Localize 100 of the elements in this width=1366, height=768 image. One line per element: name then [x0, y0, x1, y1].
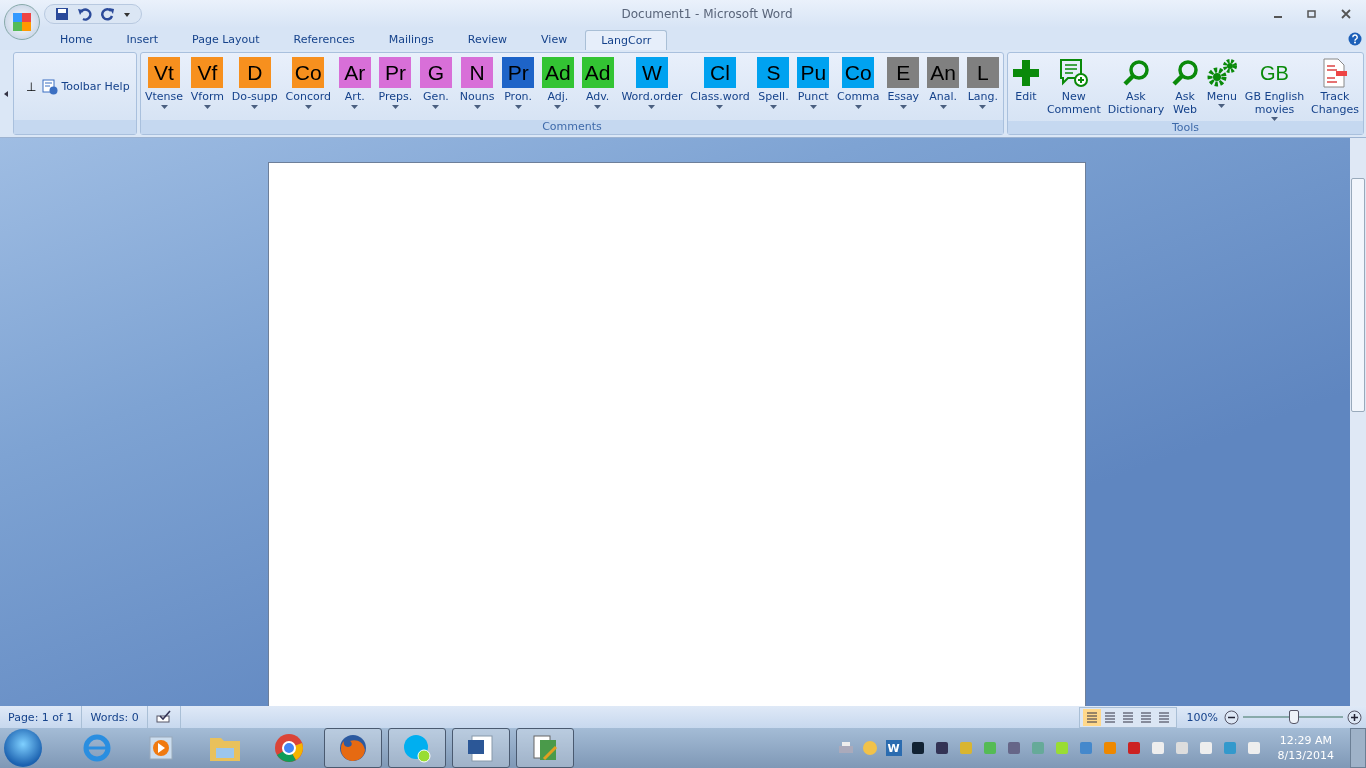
caret-icon [251, 105, 259, 109]
view-button[interactable] [1082, 708, 1101, 726]
caret-icon [203, 105, 211, 109]
zoom-slider-thumb[interactable] [1289, 710, 1299, 724]
taskbar-button[interactable] [516, 728, 574, 768]
caret-icon [473, 105, 481, 109]
comment-button[interactable]: Pr Pron. [502, 57, 535, 109]
caret-icon [160, 105, 168, 109]
tool-button[interactable]: Ask Dictionary [1107, 57, 1165, 116]
comment-color-tile: G [420, 57, 452, 88]
comment-button[interactable]: Ad Adj. [541, 57, 574, 109]
comment-button[interactable]: Co Comma [836, 57, 880, 109]
taskbar-button[interactable] [452, 728, 510, 768]
toolbar-help-button[interactable]: Toolbar Help [42, 78, 130, 95]
comment-color-tile: Ad [581, 57, 614, 88]
browser-icon [338, 733, 368, 763]
comment-button[interactable]: D Do-supp [231, 57, 278, 109]
tool-button[interactable]: New Comment [1046, 57, 1101, 116]
comment-plus-icon [1058, 57, 1089, 89]
caret-icon [854, 105, 862, 109]
ribbon-tab[interactable]: Review [451, 29, 524, 50]
comment-color-tile: Co [842, 57, 875, 88]
ribbon-tab[interactable]: Insert [110, 29, 175, 50]
zoom-level[interactable]: 100% [1186, 710, 1218, 724]
caret-icon [809, 105, 817, 109]
comment-color-tile: S [757, 57, 790, 88]
ribbon-tab[interactable]: Page Layout [176, 29, 276, 50]
comment-color-tile: Pr [379, 57, 412, 88]
smiley-icon[interactable] [861, 740, 878, 756]
comment-button[interactable]: L Lang. [966, 57, 999, 109]
printer-icon[interactable] [837, 740, 854, 756]
tool-button[interactable]: Track Changes [1311, 57, 1359, 116]
comment-button[interactable]: G Gen. [420, 57, 452, 109]
comment-color-tile: An [927, 57, 960, 88]
caret-icon [716, 105, 724, 109]
comment-button[interactable]: Pr Preps. [378, 57, 413, 109]
vertical-scrollbar[interactable] [1350, 138, 1366, 706]
caret-icon [1218, 104, 1226, 108]
zoom-out-icon[interactable] [1224, 709, 1239, 725]
gears-icon [1205, 57, 1238, 89]
tool-button[interactable]: Edit [1012, 57, 1040, 103]
comment-color-tile: Co [292, 57, 325, 88]
browser-icon [274, 733, 304, 763]
comment-color-tile: Vt [148, 57, 181, 88]
caret-icon [391, 105, 399, 109]
comment-color-tile: Pu [797, 57, 830, 88]
comment-color-tile: W [635, 57, 668, 88]
zoom-in-icon[interactable] [1347, 709, 1362, 725]
comment-button[interactable]: An Anal. [927, 57, 960, 109]
comment-button[interactable]: W Word.order [621, 57, 683, 109]
play-icon [148, 735, 174, 761]
browser-icon [82, 733, 112, 763]
proofing-check-icon[interactable] [155, 710, 172, 724]
undo-icon[interactable] [77, 7, 93, 21]
caret-icon [979, 105, 987, 109]
word-tray-icon[interactable]: W [885, 740, 902, 756]
office-button[interactable] [4, 4, 40, 40]
notebook-icon [530, 733, 560, 763]
comment-button[interactable]: Ar Art. [338, 57, 371, 109]
tool-button[interactable]: Ask Web [1171, 57, 1200, 116]
start-button[interactable] [4, 729, 42, 767]
ribbon-tab[interactable]: View [525, 29, 584, 50]
ribbon-tab[interactable]: LangCorr [585, 30, 668, 50]
comment-button[interactable]: Pu Punct [797, 57, 830, 109]
caret-icon [304, 105, 312, 109]
tool-button[interactable]: GB GB English movies [1244, 57, 1305, 121]
comment-color-tile: Vf [191, 57, 224, 88]
ribbon-tab[interactable]: References [277, 29, 371, 50]
comment-button[interactable]: Cl Class.word [690, 57, 750, 109]
comment-button[interactable]: E Essay [887, 57, 920, 109]
comment-button[interactable]: S Spell. [757, 57, 790, 109]
caret-icon [648, 105, 656, 109]
comment-button[interactable]: Ad Adv. [581, 57, 614, 109]
scroll-left-icon[interactable] [4, 90, 8, 97]
comment-color-tile: N [461, 57, 494, 88]
tool-button[interactable]: Menu [1205, 57, 1238, 108]
ribbon-tab[interactable]: Mailings [372, 29, 450, 50]
caret-icon [351, 105, 359, 109]
caret-icon [769, 105, 777, 109]
document-icon [1322, 57, 1348, 89]
comment-button[interactable]: Vf Vform [190, 57, 224, 109]
taskbar-button[interactable] [388, 728, 446, 768]
anchor-marker: ⊥ [26, 79, 37, 94]
chat-icon [402, 733, 432, 763]
group-label: Tools [1008, 121, 1363, 134]
redo-icon[interactable] [101, 7, 115, 21]
help-icon[interactable] [1348, 32, 1362, 46]
save-icon[interactable] [55, 7, 69, 21]
caret-icon [554, 105, 562, 109]
comment-button[interactable]: N Nouns [459, 57, 495, 109]
comment-color-tile: D [238, 57, 271, 88]
caret-icon [514, 105, 522, 109]
comment-color-tile: L [966, 57, 999, 88]
restore-icon[interactable] [1306, 8, 1318, 20]
comment-button[interactable]: Co Concord [285, 57, 332, 109]
taskbar-button[interactable] [324, 728, 382, 768]
comment-button[interactable]: Vt Vtense [145, 57, 184, 109]
ribbon-tab[interactable]: Home [44, 29, 109, 50]
caret-icon [939, 105, 947, 109]
customize-caret-icon[interactable] [123, 10, 131, 18]
